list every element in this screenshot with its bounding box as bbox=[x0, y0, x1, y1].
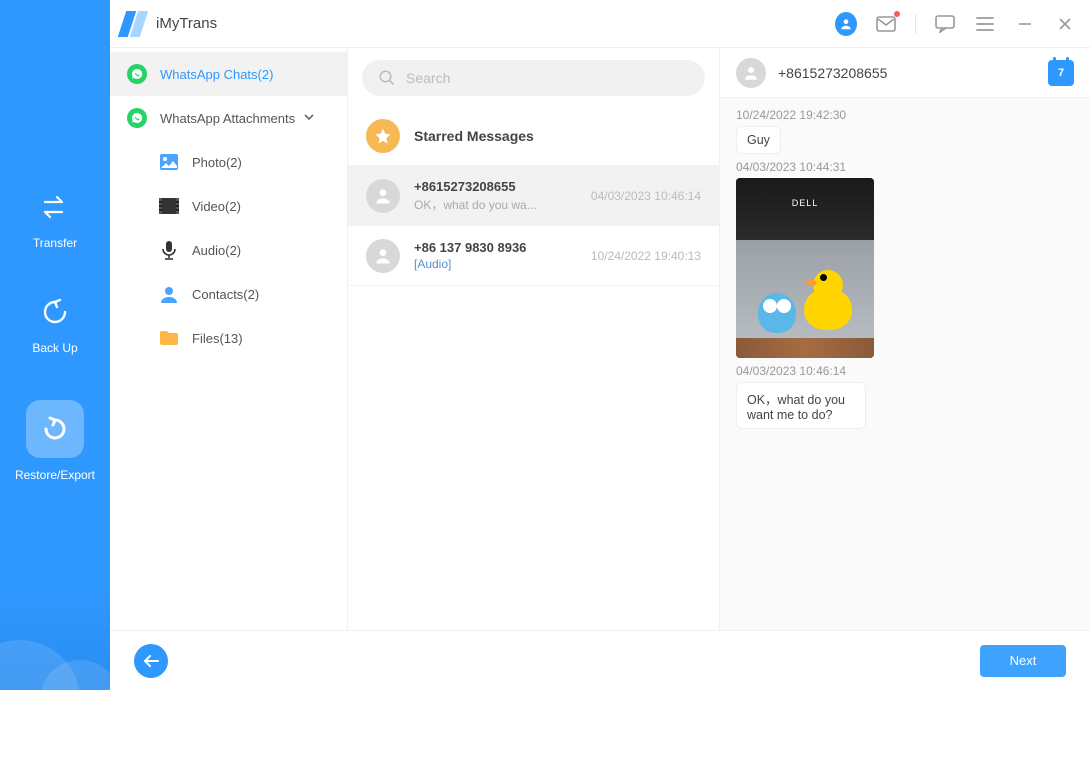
sidebar-item-label: Video(2) bbox=[192, 199, 241, 214]
minimize-button[interactable] bbox=[1014, 13, 1036, 35]
message-timestamp: 04/03/2023 10:46:14 bbox=[736, 364, 1074, 378]
message-timestamp: 10/24/2022 19:42:30 bbox=[736, 108, 1074, 122]
category-sidebar: WhatsApp Chats(2) WhatsApp Attachments P… bbox=[110, 48, 348, 630]
whatsapp-icon bbox=[127, 64, 147, 84]
sidebar-audio[interactable]: Audio(2) bbox=[158, 228, 347, 272]
transfer-icon bbox=[38, 190, 72, 224]
chat-list-column: Starred Messages +8615273208655 OK，what … bbox=[348, 48, 720, 630]
search-box[interactable] bbox=[362, 60, 705, 96]
cloud-decoration bbox=[0, 630, 110, 690]
sidebar-photo[interactable]: Photo(2) bbox=[158, 140, 347, 184]
search-icon bbox=[378, 69, 396, 87]
sidebar-item-label: Contacts(2) bbox=[192, 287, 259, 302]
footer: Next bbox=[110, 630, 1090, 690]
sidebar-item-label: WhatsApp Attachments bbox=[160, 111, 295, 126]
conversation-header: +8615273208655 7 bbox=[720, 48, 1090, 98]
titlebar: iMyTrans bbox=[110, 0, 1090, 48]
search-input[interactable] bbox=[406, 70, 689, 86]
chat-title: +86 137 9830 8936 bbox=[414, 240, 583, 255]
sidebar-video[interactable]: Video(2) bbox=[158, 184, 347, 228]
contacts-icon bbox=[158, 283, 180, 305]
conversation-column: +8615273208655 7 10/24/2022 19:42:30 Guy… bbox=[720, 48, 1090, 630]
close-button[interactable] bbox=[1054, 13, 1076, 35]
message-timestamp: 04/03/2023 10:44:31 bbox=[736, 160, 1074, 174]
restore-icon bbox=[26, 400, 84, 458]
app-logo-icon bbox=[120, 11, 146, 37]
chat-timestamp: 10/24/2022 19:40:13 bbox=[591, 249, 701, 263]
sidebar-whatsapp-attachments[interactable]: WhatsApp Attachments bbox=[110, 96, 347, 140]
sidebar-contacts[interactable]: Contacts(2) bbox=[158, 272, 347, 316]
message-bubble: Guy bbox=[736, 126, 781, 154]
app-title: iMyTrans bbox=[156, 15, 217, 32]
chat-timestamp: 04/03/2023 10:46:14 bbox=[591, 189, 701, 203]
feedback-button[interactable] bbox=[934, 13, 956, 35]
chevron-down-icon bbox=[303, 111, 315, 126]
nav-label: Transfer bbox=[33, 236, 77, 250]
message: 10/24/2022 19:42:30 Guy bbox=[736, 108, 1074, 154]
starred-messages-row[interactable]: Starred Messages bbox=[348, 106, 719, 166]
message: 04/03/2023 10:46:14 OK，what do you want … bbox=[736, 364, 1074, 429]
nav-label: Back Up bbox=[32, 341, 77, 355]
audio-icon bbox=[158, 239, 180, 261]
inbox-button[interactable] bbox=[875, 13, 897, 35]
chat-title: +8615273208655 bbox=[414, 179, 583, 194]
starred-label: Starred Messages bbox=[414, 128, 701, 144]
message-image[interactable]: DELL bbox=[736, 178, 874, 358]
conversation-name: +8615273208655 bbox=[778, 65, 1048, 81]
avatar-icon bbox=[366, 179, 400, 213]
user-account-button[interactable] bbox=[835, 13, 857, 35]
left-nav: Transfer Back Up Restore/Export bbox=[0, 0, 110, 690]
sidebar-item-label: WhatsApp Chats(2) bbox=[160, 67, 273, 82]
avatar-icon bbox=[736, 58, 766, 88]
chat-list-item[interactable]: +8615273208655 OK，what do you wa... 04/0… bbox=[348, 166, 719, 226]
calendar-button[interactable]: 7 bbox=[1048, 60, 1074, 86]
user-icon bbox=[835, 12, 857, 36]
chat-preview: [Audio] bbox=[414, 257, 583, 271]
message: 04/03/2023 10:44:31 DELL bbox=[736, 160, 1074, 358]
nav-restore-export[interactable]: Restore/Export bbox=[15, 400, 95, 482]
whatsapp-icon bbox=[127, 108, 147, 128]
messages-pane[interactable]: 10/24/2022 19:42:30 Guy 04/03/2023 10:44… bbox=[720, 98, 1090, 630]
sidebar-whatsapp-chats[interactable]: WhatsApp Chats(2) bbox=[110, 52, 347, 96]
star-icon bbox=[366, 119, 400, 153]
photo-icon bbox=[158, 151, 180, 173]
sidebar-item-label: Audio(2) bbox=[192, 243, 241, 258]
nav-label: Restore/Export bbox=[15, 468, 95, 482]
files-icon bbox=[158, 327, 180, 349]
nav-backup[interactable]: Back Up bbox=[32, 295, 77, 355]
chat-list-item[interactable]: +86 137 9830 8936 [Audio] 10/24/2022 19:… bbox=[348, 226, 719, 286]
backup-icon bbox=[38, 295, 72, 329]
sidebar-item-label: Photo(2) bbox=[192, 155, 242, 170]
sidebar-item-label: Files(13) bbox=[192, 331, 243, 346]
menu-button[interactable] bbox=[974, 13, 996, 35]
sidebar-files[interactable]: Files(13) bbox=[158, 316, 347, 360]
message-bubble: OK，what do you want me to do? bbox=[736, 382, 866, 429]
nav-transfer[interactable]: Transfer bbox=[33, 190, 77, 250]
notification-dot-icon bbox=[894, 11, 900, 17]
chat-preview: OK，what do you wa... bbox=[414, 196, 583, 213]
avatar-icon bbox=[366, 239, 400, 273]
next-button[interactable]: Next bbox=[980, 645, 1066, 677]
video-icon bbox=[158, 195, 180, 217]
back-button[interactable] bbox=[134, 644, 168, 678]
